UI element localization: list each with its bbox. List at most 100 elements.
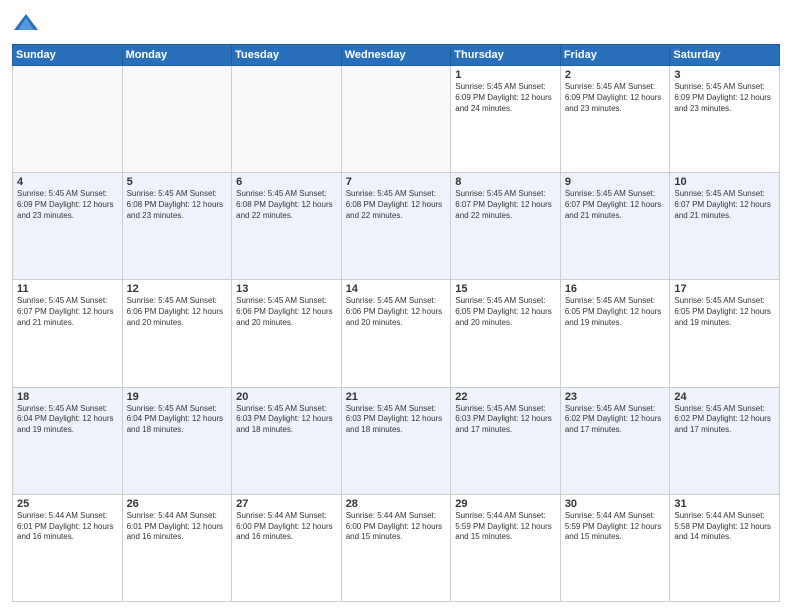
day-of-week-header: Monday xyxy=(122,45,232,66)
calendar-day-cell: 17Sunrise: 5:45 AM Sunset: 6:05 PM Dayli… xyxy=(670,280,780,387)
day-number: 25 xyxy=(17,498,118,510)
calendar-day-cell: 9Sunrise: 5:45 AM Sunset: 6:07 PM Daylig… xyxy=(560,173,670,280)
day-number: 24 xyxy=(674,391,775,403)
day-of-week-header: Saturday xyxy=(670,45,780,66)
calendar-day-cell: 26Sunrise: 5:44 AM Sunset: 6:01 PM Dayli… xyxy=(122,494,232,601)
day-number: 5 xyxy=(127,176,228,188)
day-number: 19 xyxy=(127,391,228,403)
day-number: 20 xyxy=(236,391,337,403)
calendar-day-cell: 23Sunrise: 5:45 AM Sunset: 6:02 PM Dayli… xyxy=(560,387,670,494)
day-info: Sunrise: 5:45 AM Sunset: 6:05 PM Dayligh… xyxy=(455,296,556,328)
calendar-day-cell: 30Sunrise: 5:44 AM Sunset: 5:59 PM Dayli… xyxy=(560,494,670,601)
calendar-day-cell: 5Sunrise: 5:45 AM Sunset: 6:08 PM Daylig… xyxy=(122,173,232,280)
day-info: Sunrise: 5:44 AM Sunset: 6:01 PM Dayligh… xyxy=(17,511,118,543)
calendar-day-cell: 4Sunrise: 5:45 AM Sunset: 6:09 PM Daylig… xyxy=(13,173,123,280)
day-info: Sunrise: 5:45 AM Sunset: 6:08 PM Dayligh… xyxy=(127,189,228,221)
calendar-day-cell: 19Sunrise: 5:45 AM Sunset: 6:04 PM Dayli… xyxy=(122,387,232,494)
calendar-week-row: 11Sunrise: 5:45 AM Sunset: 6:07 PM Dayli… xyxy=(13,280,780,387)
day-info: Sunrise: 5:45 AM Sunset: 6:06 PM Dayligh… xyxy=(236,296,337,328)
day-of-week-header: Thursday xyxy=(451,45,561,66)
calendar-day-cell: 31Sunrise: 5:44 AM Sunset: 5:58 PM Dayli… xyxy=(670,494,780,601)
calendar-day-cell: 2Sunrise: 5:45 AM Sunset: 6:09 PM Daylig… xyxy=(560,66,670,173)
calendar-day-cell: 14Sunrise: 5:45 AM Sunset: 6:06 PM Dayli… xyxy=(341,280,451,387)
day-info: Sunrise: 5:44 AM Sunset: 6:01 PM Dayligh… xyxy=(127,511,228,543)
calendar-week-row: 1Sunrise: 5:45 AM Sunset: 6:09 PM Daylig… xyxy=(13,66,780,173)
calendar-day-cell: 18Sunrise: 5:45 AM Sunset: 6:04 PM Dayli… xyxy=(13,387,123,494)
calendar-day-cell: 15Sunrise: 5:45 AM Sunset: 6:05 PM Dayli… xyxy=(451,280,561,387)
day-info: Sunrise: 5:45 AM Sunset: 6:05 PM Dayligh… xyxy=(674,296,775,328)
calendar-day-cell xyxy=(13,66,123,173)
day-number: 30 xyxy=(565,498,666,510)
calendar-day-cell xyxy=(341,66,451,173)
calendar-day-cell: 28Sunrise: 5:44 AM Sunset: 6:00 PM Dayli… xyxy=(341,494,451,601)
day-info: Sunrise: 5:45 AM Sunset: 6:02 PM Dayligh… xyxy=(565,404,666,436)
day-info: Sunrise: 5:45 AM Sunset: 6:09 PM Dayligh… xyxy=(674,82,775,114)
day-number: 3 xyxy=(674,69,775,81)
day-number: 18 xyxy=(17,391,118,403)
calendar-day-cell: 3Sunrise: 5:45 AM Sunset: 6:09 PM Daylig… xyxy=(670,66,780,173)
day-info: Sunrise: 5:44 AM Sunset: 5:58 PM Dayligh… xyxy=(674,511,775,543)
day-info: Sunrise: 5:44 AM Sunset: 5:59 PM Dayligh… xyxy=(455,511,556,543)
calendar-header-row: SundayMondayTuesdayWednesdayThursdayFrid… xyxy=(13,45,780,66)
day-number: 12 xyxy=(127,283,228,295)
day-number: 23 xyxy=(565,391,666,403)
day-number: 10 xyxy=(674,176,775,188)
calendar-day-cell xyxy=(122,66,232,173)
day-info: Sunrise: 5:45 AM Sunset: 6:06 PM Dayligh… xyxy=(346,296,447,328)
day-of-week-header: Wednesday xyxy=(341,45,451,66)
logo-icon xyxy=(12,10,40,38)
calendar-day-cell: 8Sunrise: 5:45 AM Sunset: 6:07 PM Daylig… xyxy=(451,173,561,280)
day-info: Sunrise: 5:45 AM Sunset: 6:06 PM Dayligh… xyxy=(127,296,228,328)
day-of-week-header: Sunday xyxy=(13,45,123,66)
day-info: Sunrise: 5:45 AM Sunset: 6:08 PM Dayligh… xyxy=(236,189,337,221)
calendar-week-row: 4Sunrise: 5:45 AM Sunset: 6:09 PM Daylig… xyxy=(13,173,780,280)
calendar-day-cell: 20Sunrise: 5:45 AM Sunset: 6:03 PM Dayli… xyxy=(232,387,342,494)
calendar-table: SundayMondayTuesdayWednesdayThursdayFrid… xyxy=(12,44,780,602)
day-info: Sunrise: 5:45 AM Sunset: 6:09 PM Dayligh… xyxy=(455,82,556,114)
day-number: 22 xyxy=(455,391,556,403)
day-info: Sunrise: 5:44 AM Sunset: 6:00 PM Dayligh… xyxy=(236,511,337,543)
day-of-week-header: Friday xyxy=(560,45,670,66)
calendar-day-cell: 7Sunrise: 5:45 AM Sunset: 6:08 PM Daylig… xyxy=(341,173,451,280)
calendar-day-cell: 1Sunrise: 5:45 AM Sunset: 6:09 PM Daylig… xyxy=(451,66,561,173)
page: SundayMondayTuesdayWednesdayThursdayFrid… xyxy=(0,0,792,612)
day-info: Sunrise: 5:45 AM Sunset: 6:09 PM Dayligh… xyxy=(565,82,666,114)
day-info: Sunrise: 5:45 AM Sunset: 6:03 PM Dayligh… xyxy=(346,404,447,436)
day-number: 7 xyxy=(346,176,447,188)
calendar-day-cell: 29Sunrise: 5:44 AM Sunset: 5:59 PM Dayli… xyxy=(451,494,561,601)
day-number: 4 xyxy=(17,176,118,188)
day-number: 15 xyxy=(455,283,556,295)
day-info: Sunrise: 5:45 AM Sunset: 6:04 PM Dayligh… xyxy=(127,404,228,436)
calendar-day-cell: 27Sunrise: 5:44 AM Sunset: 6:00 PM Dayli… xyxy=(232,494,342,601)
day-number: 14 xyxy=(346,283,447,295)
day-number: 31 xyxy=(674,498,775,510)
day-number: 17 xyxy=(674,283,775,295)
calendar-day-cell: 10Sunrise: 5:45 AM Sunset: 6:07 PM Dayli… xyxy=(670,173,780,280)
day-info: Sunrise: 5:45 AM Sunset: 6:07 PM Dayligh… xyxy=(17,296,118,328)
day-info: Sunrise: 5:45 AM Sunset: 6:07 PM Dayligh… xyxy=(565,189,666,221)
logo xyxy=(12,10,44,38)
day-number: 29 xyxy=(455,498,556,510)
calendar-day-cell xyxy=(232,66,342,173)
day-number: 27 xyxy=(236,498,337,510)
day-info: Sunrise: 5:45 AM Sunset: 6:03 PM Dayligh… xyxy=(455,404,556,436)
day-info: Sunrise: 5:45 AM Sunset: 6:04 PM Dayligh… xyxy=(17,404,118,436)
calendar-day-cell: 22Sunrise: 5:45 AM Sunset: 6:03 PM Dayli… xyxy=(451,387,561,494)
day-number: 2 xyxy=(565,69,666,81)
day-number: 16 xyxy=(565,283,666,295)
calendar-day-cell: 24Sunrise: 5:45 AM Sunset: 6:02 PM Dayli… xyxy=(670,387,780,494)
calendar-week-row: 18Sunrise: 5:45 AM Sunset: 6:04 PM Dayli… xyxy=(13,387,780,494)
calendar-week-row: 25Sunrise: 5:44 AM Sunset: 6:01 PM Dayli… xyxy=(13,494,780,601)
day-number: 28 xyxy=(346,498,447,510)
day-number: 11 xyxy=(17,283,118,295)
calendar-day-cell: 25Sunrise: 5:44 AM Sunset: 6:01 PM Dayli… xyxy=(13,494,123,601)
day-number: 6 xyxy=(236,176,337,188)
day-number: 1 xyxy=(455,69,556,81)
calendar-day-cell: 21Sunrise: 5:45 AM Sunset: 6:03 PM Dayli… xyxy=(341,387,451,494)
day-info: Sunrise: 5:45 AM Sunset: 6:07 PM Dayligh… xyxy=(674,189,775,221)
day-number: 26 xyxy=(127,498,228,510)
day-number: 9 xyxy=(565,176,666,188)
day-info: Sunrise: 5:45 AM Sunset: 6:09 PM Dayligh… xyxy=(17,189,118,221)
day-info: Sunrise: 5:44 AM Sunset: 6:00 PM Dayligh… xyxy=(346,511,447,543)
calendar-day-cell: 6Sunrise: 5:45 AM Sunset: 6:08 PM Daylig… xyxy=(232,173,342,280)
